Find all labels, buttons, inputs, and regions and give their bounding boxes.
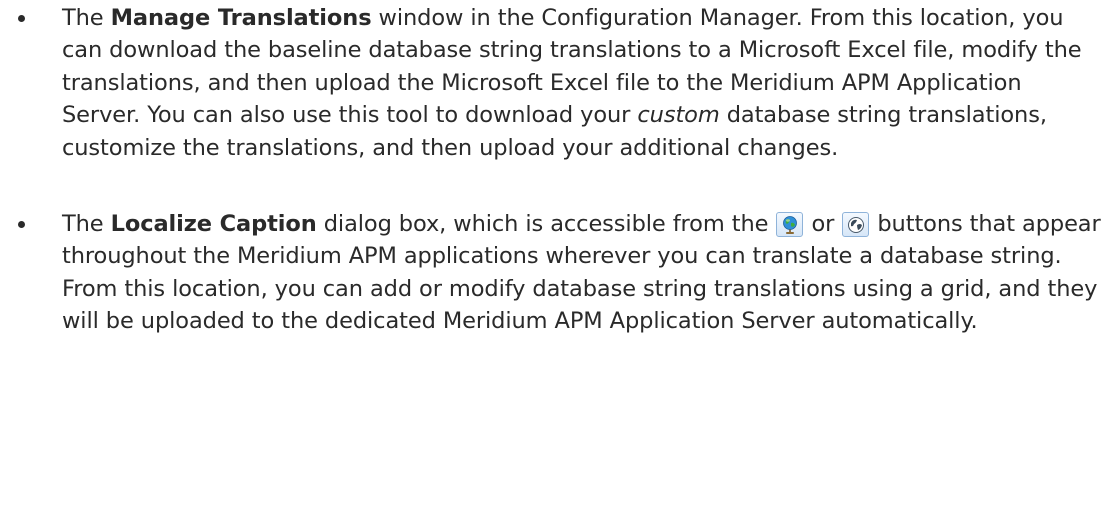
- localize-caption-term: Localize Caption: [110, 211, 317, 238]
- bullet-marker: [18, 221, 25, 229]
- bullet-text: The: [62, 211, 111, 238]
- bullet-text: The: [62, 5, 111, 31]
- bullet-text: or: [804, 211, 842, 238]
- manage-translations-term: Manage Translations: [110, 5, 372, 31]
- globe-icon: [842, 212, 870, 238]
- list-item-manage-translations: The Manage Translations window in the Co…: [0, 0, 1113, 164]
- custom-emphasis: custom: [637, 102, 720, 129]
- document-body: The Manage Translations window in the Co…: [0, 0, 1113, 338]
- bullet-marker: [18, 15, 25, 22]
- bullet-list: The Manage Translations window in the Co…: [0, 0, 1113, 338]
- bullet-text: dialog box, which is accessible from the: [316, 211, 776, 238]
- list-item-localize-caption: The Localize Caption dialog box, which i…: [0, 208, 1113, 338]
- globe-stand-icon: [776, 212, 804, 238]
